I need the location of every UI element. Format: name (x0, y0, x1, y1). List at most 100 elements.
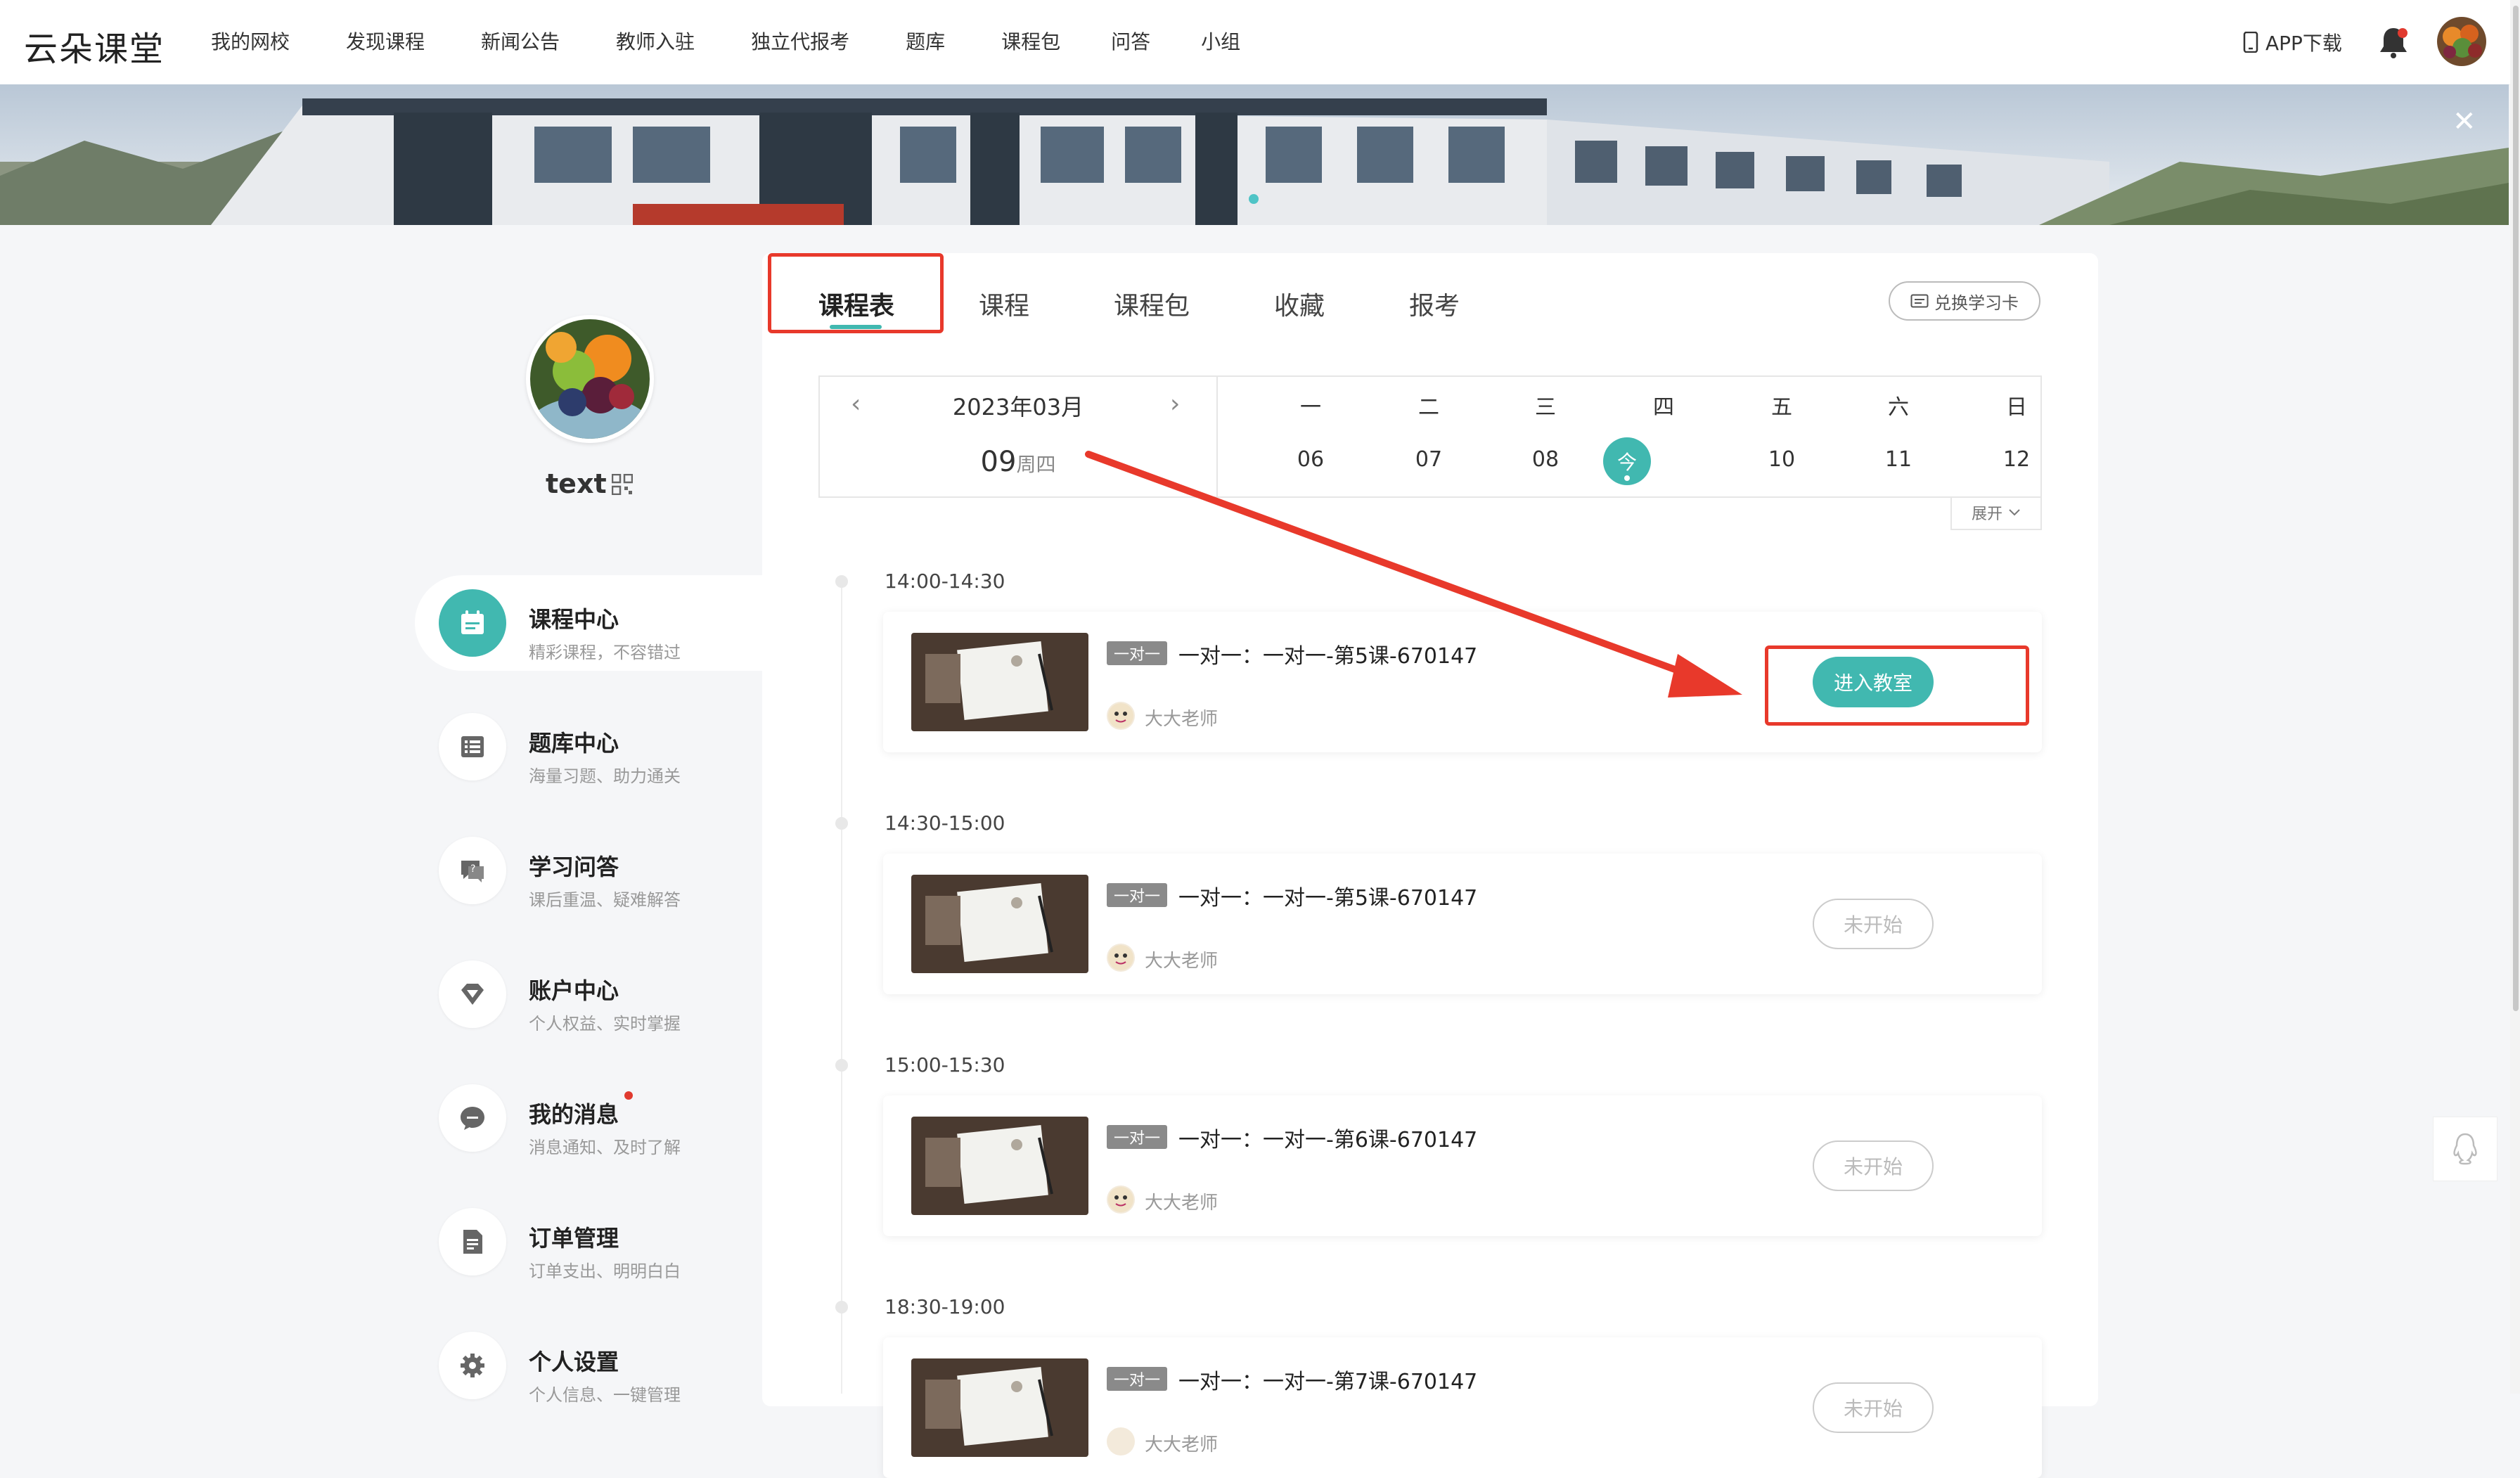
profile-avatar[interactable] (526, 315, 654, 443)
time-slot-label: 14:00-14:30 (885, 570, 1005, 593)
teacher-avatar (1107, 702, 1135, 730)
sidebar-item-question-bank[interactable]: 题库中心 海量习题、助力通关 (415, 699, 762, 795)
tab-favorites[interactable]: 收藏 (1274, 285, 1325, 322)
calendar-date[interactable]: 07 (1394, 447, 1464, 472)
top-navbar: 云朵课堂 我的网校 发现课程 新闻公告 教师入驻 独立代报考 题库 课程包 问答… (0, 0, 2510, 85)
lesson-card[interactable]: 一对一 一对一：一对一-第7课-670147 大大老师 未开始 (883, 1337, 2042, 1478)
user-avatar[interactable] (2437, 17, 2486, 66)
teacher-name: 大大老师 (1145, 1193, 1219, 1214)
sidebar-item-personal-settings[interactable]: 个人设置 个人信息、一键管理 (415, 1318, 762, 1413)
sidebar-item-order-management[interactable]: 订单管理 订单支出、明明白白 (415, 1194, 762, 1290)
sidebar-item-subtitle: 订单支出、明明白白 (529, 1261, 681, 1281)
sidebar-item-course-center[interactable]: 课程中心 精彩课程，不容错过 (415, 575, 762, 671)
time-slot-label: 14:30-15:00 (885, 811, 1005, 835)
nav-course-package[interactable]: 课程包 (1001, 27, 1060, 55)
teacher-avatar (1107, 944, 1135, 972)
redeem-label: 兑换学习卡 (1934, 293, 2019, 313)
sidebar-item-title: 个人设置 (529, 1349, 619, 1375)
expand-label: 展开 (1971, 506, 2002, 523)
calendar-expand-button[interactable]: 展开 (1950, 496, 2042, 530)
lesson-title[interactable]: 一对一：一对一-第7课-670147 (1178, 1364, 1477, 1395)
sidebar-item-account-center[interactable]: 账户中心 个人权益、实时掌握 (415, 946, 762, 1042)
app-download-link[interactable]: APP下载 (2243, 28, 2342, 56)
not-started-button[interactable]: 未开始 (1813, 1382, 1934, 1433)
lesson-thumbnail[interactable] (911, 1117, 1088, 1215)
lesson-type-tag: 一对一 (1107, 641, 1167, 665)
sidebar-item-title: 订单管理 (529, 1225, 619, 1252)
profile-username: text (546, 468, 607, 499)
message-icon (439, 1084, 506, 1152)
lesson-thumbnail[interactable] (911, 875, 1088, 973)
weekday-header: 五 (1771, 395, 1792, 420)
nav-news[interactable]: 新闻公告 (481, 27, 560, 55)
nav-exam-registration[interactable]: 独立代报考 (751, 27, 849, 55)
nav-discover-courses[interactable]: 发现课程 (346, 27, 425, 55)
sidebar-item-messages[interactable]: 我的消息 消息通知、及时了解 (415, 1070, 762, 1166)
sidebar-item-subtitle: 消息通知、及时了解 (529, 1138, 681, 1157)
main-nav: 我的网校 发现课程 新闻公告 教师入驻 独立代报考 题库 课程包 问答 小组 (211, 27, 1297, 55)
lesson-type-tag: 一对一 (1107, 1367, 1167, 1391)
scrollbar-thumb[interactable] (2513, 6, 2519, 1011)
document-icon (439, 1208, 506, 1275)
banner-close-icon[interactable]: ✕ (2452, 105, 2476, 138)
sidebar-item-subtitle: 课后重温、疑难解答 (529, 890, 681, 910)
timeline-line (841, 577, 842, 1394)
weekday-header: 四 (1653, 395, 1674, 420)
card-icon (1910, 294, 1929, 308)
lesson-title[interactable]: 一对一：一对一-第5课-670147 (1178, 880, 1477, 911)
nav-question-bank[interactable]: 题库 (906, 27, 945, 55)
selected-day-number: 09 (980, 446, 1017, 478)
calendar-month: 2023年03月 (952, 394, 1084, 420)
calendar-date[interactable]: 06 (1275, 447, 1346, 472)
gear-icon (439, 1332, 506, 1399)
timeline-dot (835, 817, 848, 830)
nav-qa[interactable]: 问答 (1111, 27, 1150, 55)
teacher-name: 大大老师 (1145, 1434, 1219, 1455)
notification-badge (2398, 28, 2408, 38)
qq-support-button[interactable] (2433, 1117, 2498, 1181)
site-logo[interactable]: 云朵课堂 (24, 21, 165, 70)
next-month-icon[interactable]: › (1170, 390, 1180, 418)
qrcode-icon[interactable] (612, 474, 633, 495)
annotation-highlight-enter (1765, 645, 2029, 726)
not-started-button[interactable]: 未开始 (1813, 1140, 1934, 1191)
app-download-label: APP下载 (2265, 32, 2342, 55)
calendar-icon (439, 589, 506, 657)
tab-exam-registration[interactable]: 报考 (1409, 285, 1460, 322)
tab-courses[interactable]: 课程 (979, 285, 1029, 322)
not-started-button[interactable]: 未开始 (1813, 899, 1934, 949)
calendar-date[interactable]: 12 (1981, 447, 2052, 472)
sidebar-item-title: 题库中心 (529, 730, 619, 757)
nav-my-school[interactable]: 我的网校 (211, 27, 290, 55)
lesson-title[interactable]: 一对一：一对一-第6课-670147 (1178, 1122, 1477, 1153)
lesson-thumbnail[interactable] (911, 633, 1088, 731)
calendar-date[interactable]: 11 (1863, 447, 1934, 472)
chevron-down-icon (2009, 509, 2020, 516)
chat-question-icon: ? (439, 837, 506, 904)
redeem-study-card-button[interactable]: 兑换学习卡 (1889, 281, 2040, 321)
qq-icon (2453, 1133, 2477, 1165)
lesson-thumbnail[interactable] (911, 1358, 1088, 1457)
nav-group[interactable]: 小组 (1201, 27, 1240, 55)
weekday-header: 日 (2006, 395, 2027, 420)
calendar-date[interactable]: 08 (1510, 447, 1581, 472)
sidebar-item-title: 学习问答 (529, 854, 619, 880)
sidebar-item-subtitle: 精彩课程，不容错过 (529, 643, 681, 662)
tab-course-packages[interactable]: 课程包 (1114, 285, 1190, 322)
sidebar-item-title: 课程中心 (529, 606, 619, 633)
sidebar-item-subtitle: 海量习题、助力通关 (529, 766, 681, 786)
teacher-avatar (1107, 1185, 1135, 1214)
calendar-month-panel: ‹ 2023年03月 › 09周四 (820, 377, 1218, 496)
selected-date: 09周四 (820, 446, 1216, 478)
lesson-title[interactable]: 一对一：一对一-第5课-670147 (1178, 638, 1477, 669)
timeline-dot (835, 1301, 848, 1313)
lesson-card[interactable]: 一对一 一对一：一对一-第6课-670147 大大老师 未开始 (883, 1095, 2042, 1236)
nav-teacher-join[interactable]: 教师入驻 (616, 27, 695, 55)
lesson-card[interactable]: 一对一 一对一：一对一-第5课-670147 大大老师 未开始 (883, 854, 2042, 994)
unread-badge (624, 1091, 633, 1100)
timeline-dot (835, 1059, 848, 1072)
sidebar-item-learning-qa[interactable]: ? 学习问答 课后重温、疑难解答 (415, 823, 762, 918)
banner-indicator-dot[interactable] (1249, 194, 1259, 204)
selected-weekday: 周四 (1016, 453, 1056, 476)
calendar-date[interactable]: 10 (1747, 447, 1817, 472)
